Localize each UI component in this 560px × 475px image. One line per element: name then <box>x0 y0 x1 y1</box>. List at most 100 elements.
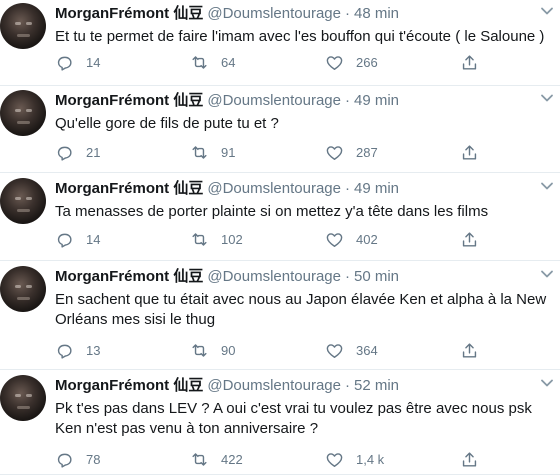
tweet-header: MorganFrémont 仙豆 @Doumslentourage · 52 min <box>55 376 399 396</box>
avatar[interactable] <box>0 90 46 136</box>
tweet-text-line: Qu'elle gore de fils de pute tu et ? <box>55 115 279 132</box>
avatar[interactable] <box>0 178 46 224</box>
retweet-icon <box>192 232 207 246</box>
chevron-down-icon[interactable] <box>540 6 554 16</box>
display-name[interactable]: MorganFrémont 仙豆 <box>55 5 203 22</box>
separator-dot: · <box>344 180 350 197</box>
reply-count: 14 <box>86 231 101 247</box>
chevron-down-icon[interactable] <box>540 181 554 191</box>
reply-icon <box>57 344 72 359</box>
retweet-button[interactable]: 64 <box>190 52 235 72</box>
share-icon <box>462 231 477 247</box>
timestamp[interactable]: 50 min <box>354 268 399 285</box>
chevron-down-icon[interactable] <box>540 269 554 279</box>
user-handle[interactable]: @Doumslentourage <box>207 5 341 22</box>
retweet-button[interactable]: 90 <box>190 340 235 360</box>
timestamp[interactable]: 52 min <box>354 377 399 394</box>
avatar[interactable] <box>0 3 46 49</box>
like-button[interactable]: 287 <box>325 142 378 162</box>
retweet-icon <box>192 145 207 159</box>
tweet[interactable]: MorganFrémont 仙豆 @Doumslentourage · 48 min … <box>0 0 560 86</box>
retweet-count: 422 <box>221 451 243 467</box>
timestamp[interactable]: 49 min <box>354 180 399 197</box>
retweet-icon <box>192 55 207 69</box>
reply-count: 21 <box>86 144 101 160</box>
tweet-actions: 13 90 364 <box>55 340 535 360</box>
retweet-count: 102 <box>221 231 243 247</box>
reply-icon <box>57 146 72 161</box>
tweet-text-line: Ta menasses de porter plainte si on mett… <box>55 203 489 220</box>
reply-icon <box>57 56 72 71</box>
like-count: 287 <box>356 144 378 160</box>
retweet-count: 90 <box>221 342 236 358</box>
reply-button[interactable]: 14 <box>55 229 100 249</box>
separator-dot: · <box>344 377 350 394</box>
timestamp[interactable]: 48 min <box>354 5 399 22</box>
tweet-text-line: Et tu te permet de faire l'imam avec l'e… <box>55 28 545 45</box>
reply-count: 14 <box>86 54 101 70</box>
display-name[interactable]: MorganFrémont 仙豆 <box>55 268 203 285</box>
share-button[interactable] <box>460 229 479 249</box>
avatar[interactable] <box>0 375 46 421</box>
separator-dot: · <box>344 92 350 109</box>
reply-icon <box>57 453 72 468</box>
like-button[interactable]: 1,4 k <box>325 449 384 469</box>
reply-button[interactable]: 78 <box>55 449 100 469</box>
retweet-button[interactable]: 102 <box>190 229 243 249</box>
like-count: 1,4 k <box>356 451 385 467</box>
tweet[interactable]: MorganFrémont 仙豆 @Doumslentourage · 50 min … <box>0 263 560 370</box>
like-count: 364 <box>356 342 378 358</box>
tweet-text-line: Pk t'es pas dans LEV ? A oui c'est vrai … <box>55 400 532 417</box>
timestamp[interactable]: 49 min <box>354 92 399 109</box>
display-name[interactable]: MorganFrémont 仙豆 <box>55 180 203 197</box>
reply-count: 78 <box>86 451 101 467</box>
tweet[interactable]: MorganFrémont 仙豆 @Doumslentourage · 52 min … <box>0 372 560 475</box>
like-count: 402 <box>356 231 378 247</box>
tweet[interactable]: MorganFrémont 仙豆 @Doumslentourage · 49 min … <box>0 175 560 261</box>
user-handle[interactable]: @Doumslentourage <box>207 180 341 197</box>
user-handle[interactable]: @Doumslentourage <box>207 92 341 109</box>
chevron-down-icon[interactable] <box>540 378 554 388</box>
reply-button[interactable]: 21 <box>55 142 100 162</box>
tweet-text-line: Ken n'est pas venu à ton anniversaire ? <box>55 420 319 437</box>
tweet-text-line: En sachent que tu était avec nous au Jap… <box>55 291 547 308</box>
tweet-text: Pk t'es pas dans LEV ? A oui c'est vrai … <box>55 399 560 439</box>
tweet-text: Qu'elle gore de fils de pute tu et ? <box>55 114 560 134</box>
tweet[interactable]: MorganFrémont 仙豆 @Doumslentourage · 49 min … <box>0 87 560 173</box>
share-icon <box>462 54 477 70</box>
reply-count: 13 <box>86 342 101 358</box>
tweet-header: MorganFrémont 仙豆 @Doumslentourage · 50 min <box>55 267 399 287</box>
tweet-header: MorganFrémont 仙豆 @Doumslentourage · 48 min <box>55 4 399 24</box>
reply-button[interactable]: 13 <box>55 340 100 360</box>
avatar[interactable] <box>0 266 46 312</box>
like-button[interactable]: 402 <box>325 229 378 249</box>
heart-icon <box>326 145 343 160</box>
tweet-feed: MorganFrémont 仙豆 @Doumslentourage · 48 min … <box>0 0 560 475</box>
chevron-down-icon[interactable] <box>540 93 554 103</box>
heart-icon <box>326 232 343 247</box>
display-name[interactable]: MorganFrémont 仙豆 <box>55 377 203 394</box>
share-icon <box>462 144 477 160</box>
user-handle[interactable]: @Doumslentourage <box>207 377 341 394</box>
separator-dot: · <box>344 5 350 22</box>
retweet-button[interactable]: 91 <box>190 142 235 162</box>
share-button[interactable] <box>460 449 479 469</box>
tweet-actions: 14 102 402 <box>55 229 535 249</box>
like-count: 266 <box>356 54 378 70</box>
display-name[interactable]: MorganFrémont 仙豆 <box>55 92 203 109</box>
like-button[interactable]: 266 <box>325 52 378 72</box>
user-handle[interactable]: @Doumslentourage <box>207 268 341 285</box>
tweet-actions: 78 422 1,4 k <box>55 449 535 469</box>
tweet-actions: 14 64 266 <box>55 52 535 72</box>
share-button[interactable] <box>460 142 479 162</box>
separator-dot: · <box>344 268 350 285</box>
share-icon <box>462 342 477 358</box>
retweet-button[interactable]: 422 <box>190 449 243 469</box>
tweet-text: En sachent que tu était avec nous au Jap… <box>55 290 560 330</box>
retweet-count: 64 <box>221 54 236 70</box>
share-button[interactable] <box>460 52 479 72</box>
reply-button[interactable]: 14 <box>55 52 100 72</box>
tweet-actions: 21 91 287 <box>55 142 535 162</box>
like-button[interactable]: 364 <box>325 340 378 360</box>
share-button[interactable] <box>460 340 479 360</box>
